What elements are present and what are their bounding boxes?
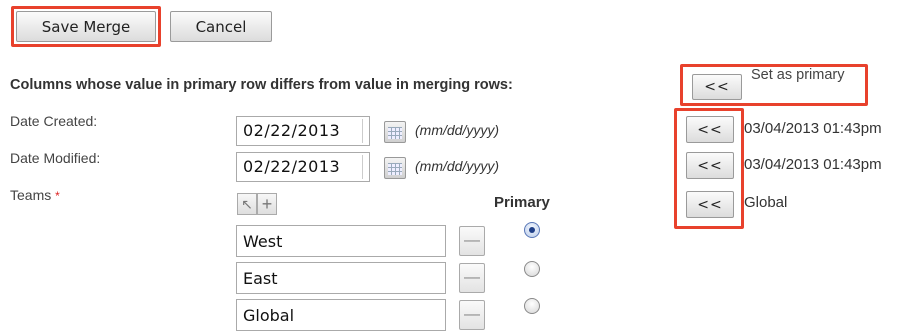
team-name-input[interactable]: Global xyxy=(236,299,446,331)
date-created-label: Date Created: xyxy=(10,113,98,129)
set-as-primary-button[interactable]: << xyxy=(692,74,742,100)
date-format-hint: (mm/dd/yyyy) xyxy=(415,122,499,138)
primary-radio[interactable] xyxy=(524,298,540,314)
merge-date-modified-value: 03/04/2013 01:43pm xyxy=(744,156,882,173)
required-mark: * xyxy=(55,189,60,203)
date-modified-value: 02/22/2013 xyxy=(243,157,341,176)
primary-column-header: Primary xyxy=(494,194,550,211)
merge-date-created-value: 03/04/2013 01:43pm xyxy=(744,120,882,137)
minus-icon[interactable]: — xyxy=(459,226,485,256)
date-modified-label: Date Modified: xyxy=(10,150,101,166)
copy-date-modified-button[interactable]: << xyxy=(686,152,734,179)
arrow-pointer-icon[interactable]: ↖ xyxy=(237,193,257,215)
calendar-icon[interactable] xyxy=(384,157,406,179)
copy-teams-button[interactable]: << xyxy=(686,191,734,218)
minus-icon[interactable]: — xyxy=(459,300,485,330)
date-format-hint: (mm/dd/yyyy) xyxy=(415,158,499,174)
date-modified-input[interactable]: 02/22/2013 xyxy=(236,152,370,182)
team-name-input[interactable]: West xyxy=(236,225,446,257)
teams-label-text: Teams xyxy=(10,187,52,203)
save-merge-button[interactable]: Save Merge xyxy=(16,11,156,42)
date-created-input[interactable]: 02/22/2013 xyxy=(236,116,370,146)
section-heading: Columns whose value in primary row diffe… xyxy=(10,77,513,93)
set-as-primary-label: Set as primary xyxy=(751,67,845,83)
calendar-icon[interactable] xyxy=(384,121,406,143)
minus-icon[interactable]: — xyxy=(459,263,485,293)
cancel-button[interactable]: Cancel xyxy=(170,11,272,42)
primary-radio-selected[interactable] xyxy=(524,222,540,238)
copy-date-created-button[interactable]: << xyxy=(686,116,734,143)
primary-radio[interactable] xyxy=(524,261,540,277)
teams-label: Teams * xyxy=(10,187,60,203)
merge-teams-value: Global xyxy=(744,194,788,211)
team-name-input[interactable]: East xyxy=(236,262,446,294)
plus-icon[interactable]: + xyxy=(257,193,277,215)
date-created-value: 02/22/2013 xyxy=(243,121,341,140)
